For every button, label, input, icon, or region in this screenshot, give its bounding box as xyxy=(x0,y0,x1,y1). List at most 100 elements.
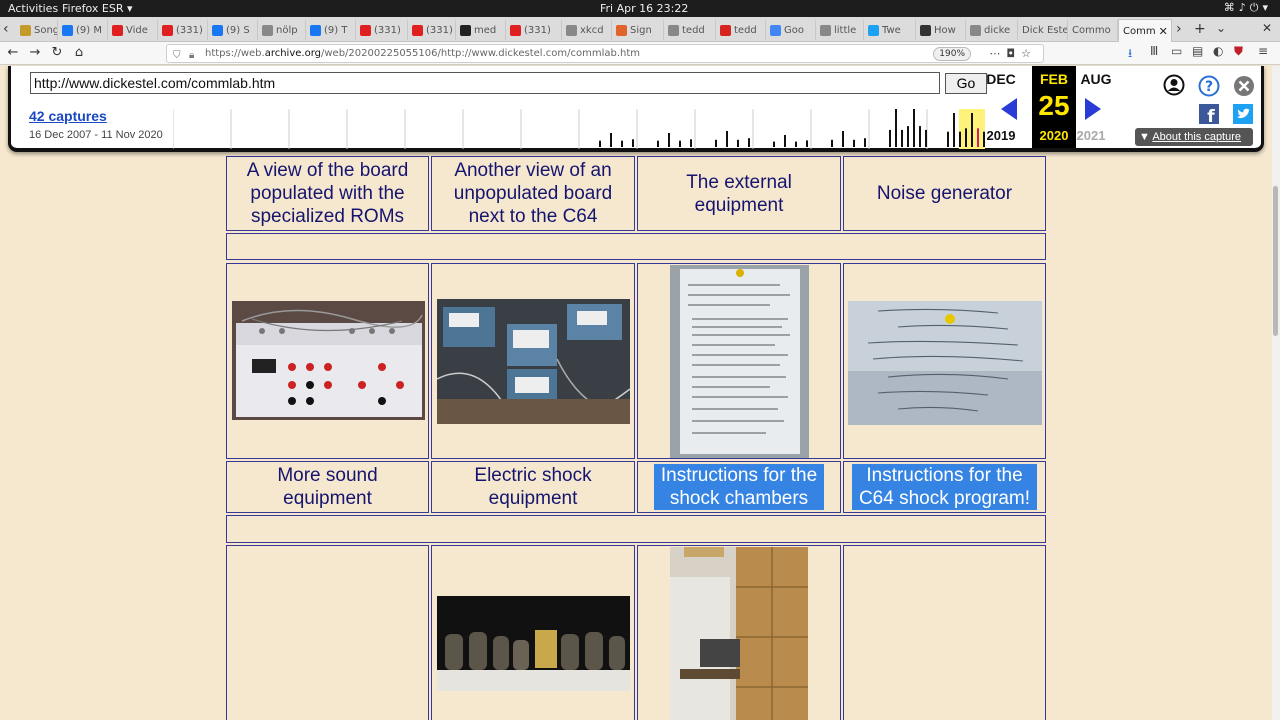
spacer-row xyxy=(226,515,1046,543)
browser-tab[interactable]: tedd xyxy=(716,20,766,40)
system-tray[interactable]: ⌘♪⏻▾ xyxy=(1224,1,1272,15)
browser-tab[interactable]: nölp xyxy=(258,20,306,40)
close-icon[interactable] xyxy=(1233,75,1255,97)
browser-tab[interactable]: little xyxy=(816,20,864,40)
downloads-icon[interactable]: ⭳ xyxy=(1128,44,1132,65)
browser-tab[interactable]: Goo xyxy=(766,20,816,40)
tab-label: Comm xyxy=(1123,25,1156,37)
reload-button[interactable]: ↻ xyxy=(48,44,66,62)
new-tab-button[interactable]: + xyxy=(1194,21,1206,37)
prev-year-label[interactable]: 2019 xyxy=(981,128,1021,143)
caption-text: The external equipment xyxy=(686,171,792,216)
caption-text: Electric shock equipment xyxy=(474,465,592,509)
browser-tab[interactable]: med xyxy=(456,20,506,40)
caption-text: Noise generator xyxy=(876,183,1013,204)
facebook-icon[interactable]: f xyxy=(1199,104,1219,124)
browser-tab[interactable]: dicke xyxy=(966,20,1018,40)
browser-tab[interactable]: Song xyxy=(16,20,58,40)
zoom-indicator[interactable]: 190% xyxy=(933,47,971,61)
tab-strip: ‹ Song (9) M Vide (331) (9) S nölp (9) T (331) (… xyxy=(0,17,1280,42)
bookmark-star-icon[interactable]: ☆ xyxy=(1021,47,1037,60)
image-cell xyxy=(226,263,429,459)
library-icon[interactable]: Ⅲ xyxy=(1150,44,1158,58)
tab-label: (9) S xyxy=(226,24,250,36)
tab-close-icon[interactable]: ✕ xyxy=(1159,25,1168,38)
caption-text-selected: Instructions for the shock chambers xyxy=(654,464,824,510)
shock-chamber-room-photo[interactable] xyxy=(670,547,808,720)
sparkline-capture-bar xyxy=(806,140,808,147)
browser-tab[interactable]: How xyxy=(916,20,966,40)
lock-icon[interactable]: 🔒︎ xyxy=(189,47,194,64)
instructions-sheet-photo[interactable] xyxy=(670,265,809,458)
extension-icon[interactable]: ◐ xyxy=(1213,44,1223,58)
ublock-icon[interactable]: ⛊ xyxy=(1234,44,1243,59)
browser-tab[interactable]: Dick Este xyxy=(1018,20,1068,40)
caption-cell: More sound equipment xyxy=(226,461,429,513)
shield-icon[interactable]: ⛉ xyxy=(173,47,181,64)
c64-program-sheet-photo[interactable] xyxy=(848,301,1042,425)
url-path: /web/20200225055106/http://www.dickestel… xyxy=(321,48,640,59)
image-cell xyxy=(637,263,841,459)
svg-text:f: f xyxy=(1207,107,1215,124)
page-scrollbar[interactable] xyxy=(1272,66,1280,720)
tab-label: tedd xyxy=(682,24,705,36)
next-capture-arrow-icon[interactable] xyxy=(1085,98,1101,120)
tubes-equipment-photo[interactable] xyxy=(437,596,630,691)
tab-favicon-icon xyxy=(162,24,173,36)
browser-tab[interactable]: Twe xyxy=(864,20,916,40)
window-close-icon[interactable]: ✕ xyxy=(1262,21,1272,35)
list-tabs-icon[interactable]: ⌄ xyxy=(1216,21,1226,35)
more-actions-icon[interactable]: ⋯ xyxy=(989,47,1006,60)
sparkline-capture-bar xyxy=(913,109,915,147)
tab-favicon-icon xyxy=(212,24,223,36)
scrollbar-thumb[interactable] xyxy=(1273,186,1278,336)
tab-label: med xyxy=(474,24,497,36)
browser-tab[interactable]: (9) S xyxy=(208,20,258,40)
scroll-tabs-right-icon[interactable]: › xyxy=(1176,21,1182,37)
svg-text:?: ? xyxy=(1205,79,1213,95)
captures-link[interactable]: 42 captures xyxy=(29,108,107,124)
sidebar-icon[interactable]: ▭ xyxy=(1171,44,1182,58)
wayback-url-input[interactable]: http://www.dickestel.com/commlab.htm xyxy=(30,72,940,94)
browser-tab[interactable]: (9) M xyxy=(58,20,108,40)
sparkline-capture-bar xyxy=(715,139,717,147)
reader-icon[interactable]: ▤ xyxy=(1192,44,1203,58)
browser-tab[interactable]: Vide xyxy=(108,20,158,40)
browser-tab[interactable]: (331) xyxy=(506,20,562,40)
activities-button[interactable]: Activities xyxy=(8,2,58,15)
scroll-tabs-left-icon[interactable]: ‹ xyxy=(3,21,9,37)
back-button[interactable]: ← xyxy=(4,44,22,62)
prev-capture-arrow-icon[interactable] xyxy=(1001,98,1017,120)
address-bar[interactable]: ⛉ 🔒︎ https://web.archive.org/web/2020022… xyxy=(166,44,1044,63)
system-clock[interactable]: Fri Apr 16 23:22 xyxy=(600,2,688,15)
help-icon[interactable]: ? xyxy=(1198,75,1220,97)
meters-equipment-photo[interactable] xyxy=(437,299,630,424)
browser-tab[interactable]: (331) xyxy=(408,20,456,40)
browser-tab[interactable]: Commo xyxy=(1068,20,1118,40)
tab-label: (9) M xyxy=(76,24,102,36)
prev-month-label[interactable]: DEC xyxy=(983,71,1019,87)
browser-tab[interactable]: Sign xyxy=(612,20,664,40)
menu-icon[interactable]: ≡ xyxy=(1258,44,1268,58)
about-capture-button[interactable]: ▼ About this capture xyxy=(1135,128,1253,146)
next-month-label[interactable]: AUG xyxy=(1071,71,1121,87)
browser-tab[interactable]: (331) xyxy=(356,20,408,40)
tab-label: xkcd xyxy=(580,24,604,36)
browser-tab[interactable]: Comm ✕ xyxy=(1118,19,1172,42)
twitter-icon[interactable] xyxy=(1233,104,1253,124)
wayback-go-button[interactable]: Go xyxy=(945,73,987,94)
browser-tab[interactable]: xkcd xyxy=(562,20,612,40)
account-icon[interactable] xyxy=(1163,74,1185,96)
capture-sparkline[interactable] xyxy=(173,109,985,149)
browser-tab[interactable]: (331) xyxy=(158,20,208,40)
home-button[interactable]: ⌂ xyxy=(70,44,88,62)
browser-tab[interactable]: tedd xyxy=(664,20,716,40)
sparkline-capture-bar xyxy=(959,131,961,147)
forward-button[interactable]: → xyxy=(26,44,44,62)
tab-favicon-icon xyxy=(820,24,831,36)
browser-tab[interactable]: (9) T xyxy=(306,20,356,40)
pocket-icon[interactable]: ◘ xyxy=(1006,47,1021,60)
patch-panel-photo[interactable] xyxy=(232,301,425,420)
app-menu[interactable]: Firefox ESR ▾ xyxy=(62,2,133,15)
sparkline-capture-bar xyxy=(971,113,973,147)
